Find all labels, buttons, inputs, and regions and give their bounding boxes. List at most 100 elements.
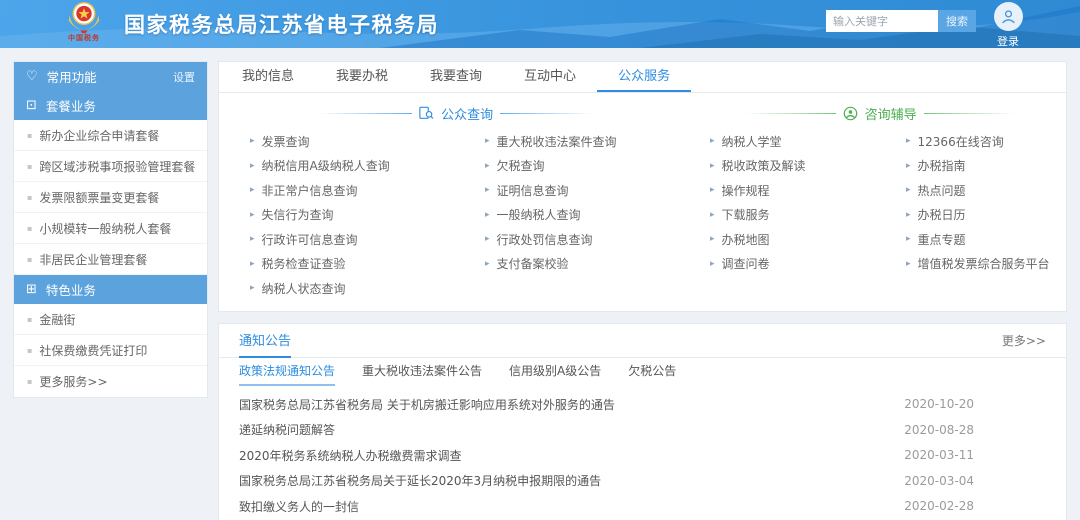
arrow-icon: ▸: [250, 259, 255, 269]
arrow-icon: ▸: [485, 234, 490, 244]
search-input[interactable]: [826, 10, 938, 32]
service-link[interactable]: ▸ 12366在线咨询: [906, 129, 1066, 154]
service-link[interactable]: ▸行政许可信息查询: [250, 227, 485, 252]
arrow-icon: ▸: [906, 259, 911, 269]
login-link[interactable]: 登录: [986, 33, 1030, 48]
bullet-icon: ▪: [27, 162, 32, 171]
sidebar-group-label: 常用功能: [47, 67, 97, 86]
sidebar-item-more-services[interactable]: ▪ 更多服务>>: [14, 366, 207, 397]
service-link[interactable]: ▸纳税人学堂: [710, 129, 906, 154]
login-area[interactable]: 登录: [986, 2, 1030, 48]
service-link[interactable]: ▸调查问卷: [710, 252, 906, 277]
notice-item-title: 递延纳税问题解答: [239, 421, 904, 438]
service-link[interactable]: ▸非正常户信息查询: [250, 178, 485, 203]
service-link-label: 热点问题: [918, 182, 966, 199]
service-link-label: 税务检查证查验: [262, 255, 346, 272]
search-area: 搜索: [826, 10, 976, 32]
service-link[interactable]: ▸重大税收违法案件查询: [485, 129, 710, 154]
main-tab[interactable]: 我要查询: [409, 62, 503, 92]
sidebar-group-special-business[interactable]: ⊞ 特色业务: [14, 275, 207, 304]
service-link-label: 办税地图: [722, 231, 770, 248]
main-tab[interactable]: 我的信息: [221, 62, 315, 92]
service-link[interactable]: ▸热点问题: [906, 178, 1066, 203]
service-link-label: 操作规程: [722, 182, 770, 199]
user-avatar-icon[interactable]: [994, 2, 1023, 31]
sidebar-item-package[interactable]: ▪非居民企业管理套餐: [14, 244, 207, 275]
service-link-label: 12366在线咨询: [918, 133, 1004, 150]
service-link[interactable]: ▸欠税查询: [485, 154, 710, 179]
notice-list-item[interactable]: 国家税务总局江苏省税务局 关于机房搬迁影响应用系统对外服务的通告2020-10-…: [239, 392, 1046, 418]
service-link[interactable]: ▸发票查询: [250, 129, 485, 154]
sidebar-item-package[interactable]: ▪跨区域涉税事项报验管理套餐: [14, 151, 207, 182]
service-link-label: 税收政策及解读: [722, 157, 806, 174]
service-link[interactable]: ▸ 操作规程: [710, 178, 906, 203]
arrow-icon: ▸: [906, 234, 911, 244]
service-link-label: 纳税人学堂: [722, 133, 782, 150]
notice-list-item[interactable]: 递延纳税问题解答2020-08-28: [239, 417, 1046, 443]
main-area: 我的信息我要办税我要查询互动中心公众服务 公众查询: [218, 61, 1067, 520]
sidebar-item-package[interactable]: ▪发票限额票量变更套餐: [14, 182, 207, 213]
sidebar-group-label: 套餐业务: [46, 96, 96, 115]
service-link[interactable]: ▸证明信息查询: [485, 178, 710, 203]
arrow-icon: ▸: [485, 210, 490, 220]
arrow-icon: ▸: [485, 185, 490, 195]
service-link[interactable]: ▸纳税信用A级纳税人查询: [250, 154, 485, 179]
heart-icon: ♡: [26, 70, 38, 83]
service-link[interactable]: ▸失信行为查询: [250, 203, 485, 228]
service-link[interactable]: ▸重点专题: [906, 227, 1066, 252]
sidebar-item-special[interactable]: ▪金融街: [14, 304, 207, 335]
service-link[interactable]: ▸办税地图: [710, 227, 906, 252]
sidebar-group-package-business[interactable]: ⊡ 套餐业务: [14, 91, 207, 120]
main-tab[interactable]: 互动中心: [503, 62, 597, 92]
service-link-label: 一般纳税人查询: [497, 206, 581, 223]
notice-header: 通知公告 更多>>: [219, 324, 1066, 358]
sidebar-group-common-functions[interactable]: ♡ 常用功能 设置: [14, 62, 207, 91]
search-button[interactable]: 搜索: [938, 10, 976, 32]
notice-list-item[interactable]: 致扣缴义务人的一封信2020-02-28: [239, 494, 1046, 520]
service-link[interactable]: ▸办税日历: [906, 203, 1066, 228]
sidebar-item-package[interactable]: ▪新办企业综合申请套餐: [14, 120, 207, 151]
top-banner: 中国税务 国家税务总局江苏省电子税务局 搜索 登录: [0, 0, 1080, 48]
bullet-icon: ▪: [27, 377, 32, 386]
service-link[interactable]: ▸行政处罚信息查询: [485, 227, 710, 252]
service-link-label: 增值税发票综合服务平台: [918, 255, 1050, 272]
sidebar-item-package[interactable]: ▪小规模转一般纳税人套餐: [14, 213, 207, 244]
notice-subtab[interactable]: 信用级别A级公告: [509, 358, 601, 386]
consult-title: 咨询辅导: [865, 104, 917, 123]
service-link[interactable]: ▸支付备案校验: [485, 252, 710, 277]
notice-subtab[interactable]: 政策法规通知公告: [239, 358, 335, 386]
arrow-icon: ▸: [250, 185, 255, 195]
notice-list-item[interactable]: 国家税务总局江苏省税务局关于延长2020年3月纳税申报期限的通告2020-03-…: [239, 468, 1046, 494]
bullet-icon: ▪: [27, 131, 32, 140]
service-link[interactable]: ▸ 税务检查证查验: [250, 252, 485, 277]
main-tab[interactable]: 我要办税: [315, 62, 409, 92]
service-link[interactable]: ▸ 一般纳税人查询: [485, 203, 710, 228]
notice-subtab[interactable]: 欠税公告: [628, 358, 676, 386]
notice-more-link[interactable]: 更多>>: [1002, 324, 1046, 357]
service-link[interactable]: ▸纳税人状态查询: [250, 276, 485, 301]
arrow-icon: ▸: [485, 136, 490, 146]
service-link[interactable]: ▸办税指南: [906, 154, 1066, 179]
sidebar-item-label: 社保费缴费凭证打印: [39, 342, 147, 359]
notice-item-date: 2020-10-20: [904, 397, 974, 411]
service-link[interactable]: ▸税收政策及解读: [710, 154, 906, 179]
arrow-icon: ▸: [710, 210, 715, 220]
service-link-label: 纳税人状态查询: [262, 280, 346, 297]
service-link-column: ▸纳税人学堂▸税收政策及解读▸操作规程▸下载服务▸办税地图▸调查问卷: [710, 129, 906, 301]
consult-header: 咨询辅导: [693, 103, 1066, 123]
arrow-icon: ▸: [906, 136, 911, 146]
arrow-icon: ▸: [485, 259, 490, 269]
notice-list-item[interactable]: 2020年税务系统纳税人办税缴费需求调查2020-03-11: [239, 443, 1046, 469]
notice-subtab[interactable]: 重大税收违法案件公告: [362, 358, 482, 386]
notice-tab[interactable]: 通知公告: [239, 324, 291, 358]
bullet-icon: ▪: [27, 315, 32, 324]
public-query-title: 公众查询: [441, 104, 493, 123]
service-link[interactable]: ▸ 增值税发票综合服务平台: [906, 252, 1066, 277]
arrow-icon: ▸: [906, 210, 911, 220]
sidebar-item-special[interactable]: ▪社保费缴费凭证打印: [14, 335, 207, 366]
main-tab[interactable]: 公众服务: [597, 62, 691, 92]
tax-bureau-logo: 中国税务: [66, 1, 102, 43]
service-link[interactable]: ▸下载服务: [710, 203, 906, 228]
arrow-icon: ▸: [710, 185, 715, 195]
settings-link[interactable]: 设置: [173, 69, 195, 85]
